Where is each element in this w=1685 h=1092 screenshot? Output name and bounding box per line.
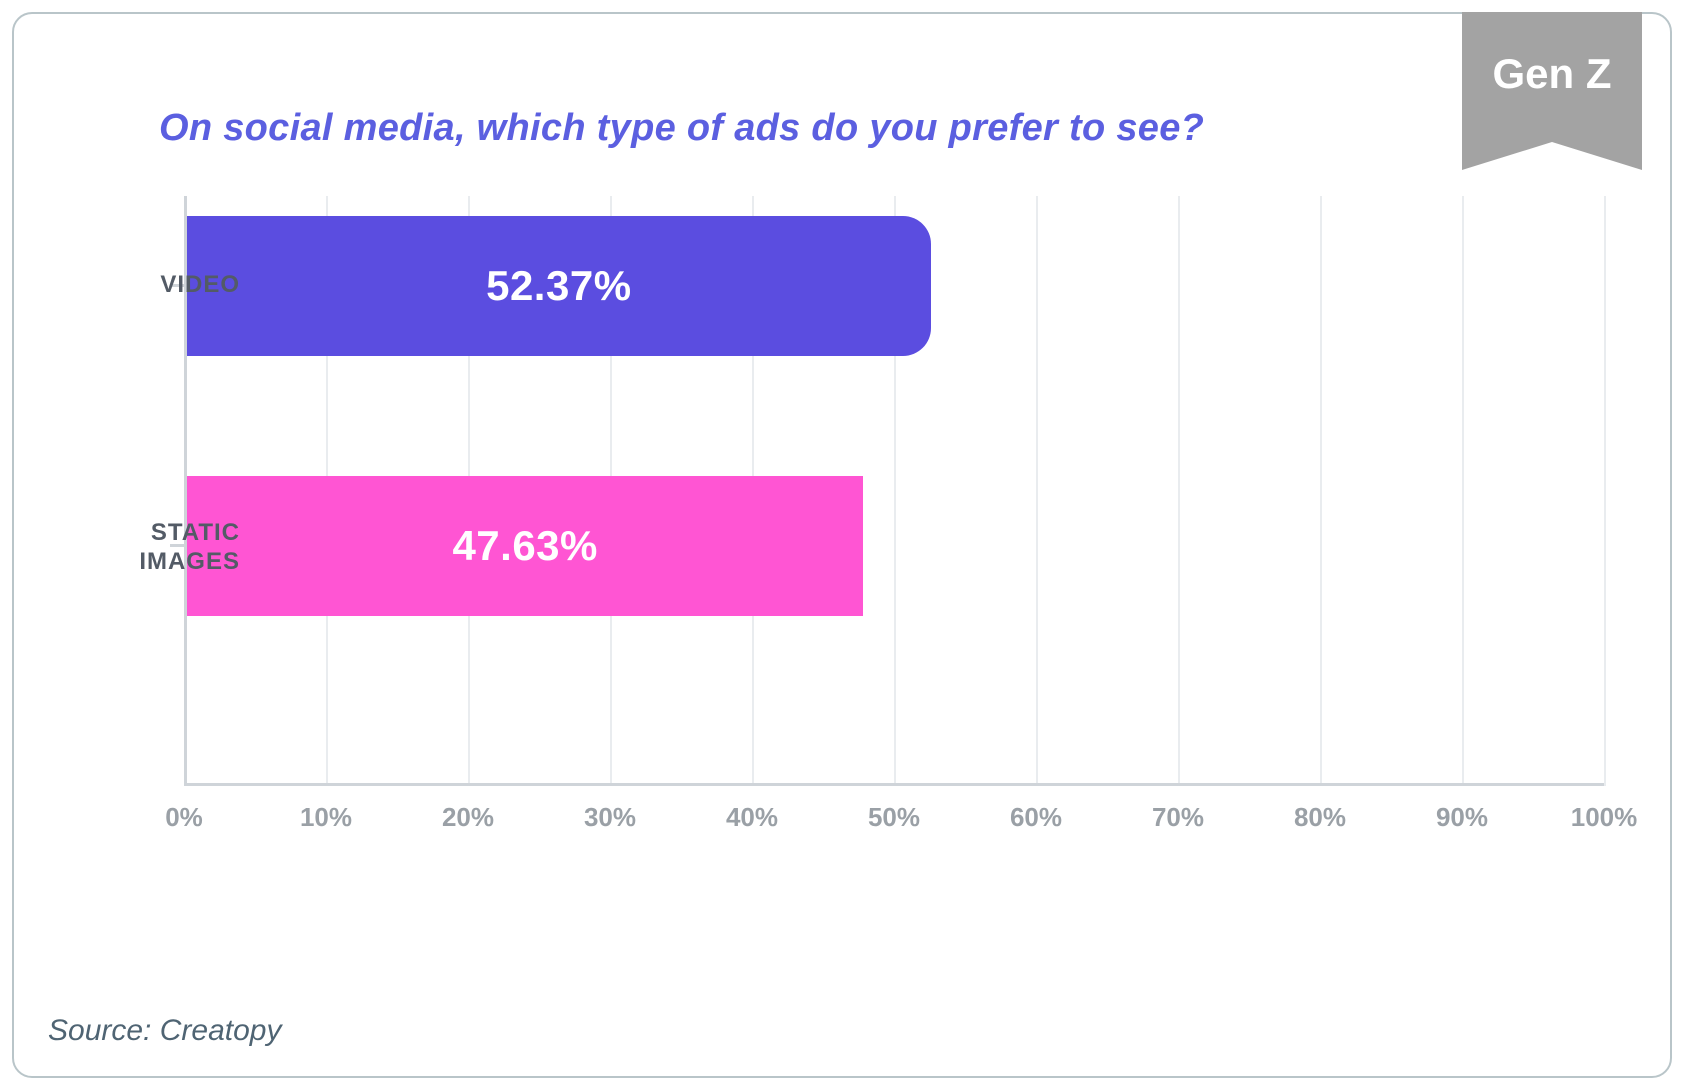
bar-value-video: 52.37% xyxy=(486,262,631,310)
x-tick-label: 40% xyxy=(726,802,778,833)
x-tick-label: 80% xyxy=(1294,802,1346,833)
badge-ribbon: Gen Z xyxy=(1462,12,1642,142)
x-axis xyxy=(184,783,1604,786)
x-tick-label: 20% xyxy=(442,802,494,833)
category-label-video: VIDEO xyxy=(160,271,240,300)
bar-static-images: 47.63% xyxy=(187,476,863,616)
x-tick-label: 30% xyxy=(584,802,636,833)
x-tick-label: 50% xyxy=(868,802,920,833)
bar-value-static: 47.63% xyxy=(452,522,597,570)
bar-video: 52.37% xyxy=(187,216,931,356)
chart-card: Gen Z On social media, which type of ads… xyxy=(12,12,1672,1078)
badge-text: Gen Z xyxy=(1462,50,1642,98)
source-attribution: Source: Creatopy xyxy=(48,1014,281,1048)
x-tick-label: 10% xyxy=(300,802,352,833)
x-tick-label: 0% xyxy=(165,802,203,833)
x-tick-label: 90% xyxy=(1436,802,1488,833)
x-tick-label: 70% xyxy=(1152,802,1204,833)
x-tick-label: 100% xyxy=(1571,802,1638,833)
category-label-static: STATICIMAGES xyxy=(139,519,240,577)
chart-title: On social media, which type of ads do yo… xyxy=(159,107,1204,150)
x-tick-label: 60% xyxy=(1010,802,1062,833)
chart-plot-area: 52.37% 47.63% 0% 10% 20% 30% 40% 50% 60%… xyxy=(184,196,1604,786)
